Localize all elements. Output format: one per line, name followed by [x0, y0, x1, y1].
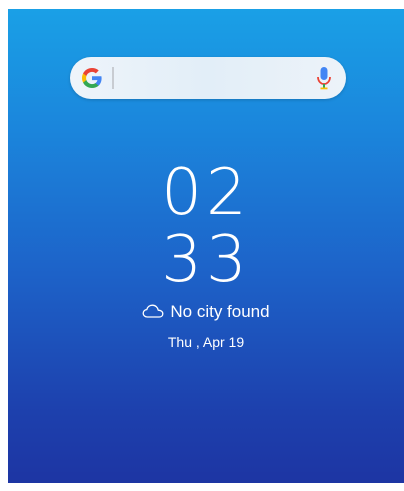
google-g-icon	[82, 68, 102, 88]
weather-widget[interactable]: No city found	[8, 301, 404, 323]
date-label: Thu , Apr 19	[167, 334, 245, 350]
cloud-icon	[142, 304, 164, 318]
search-input-cursor[interactable]	[112, 67, 114, 89]
google-search-bar[interactable]	[70, 57, 346, 99]
weather-status-text: No city found	[170, 302, 270, 321]
clock-minutes[interactable]: 33	[8, 228, 404, 292]
home-screen: 02 33 No city found Thu , Apr 19	[8, 9, 404, 483]
microphone-icon[interactable]	[316, 66, 332, 90]
clock-hours[interactable]: 02	[8, 161, 404, 225]
